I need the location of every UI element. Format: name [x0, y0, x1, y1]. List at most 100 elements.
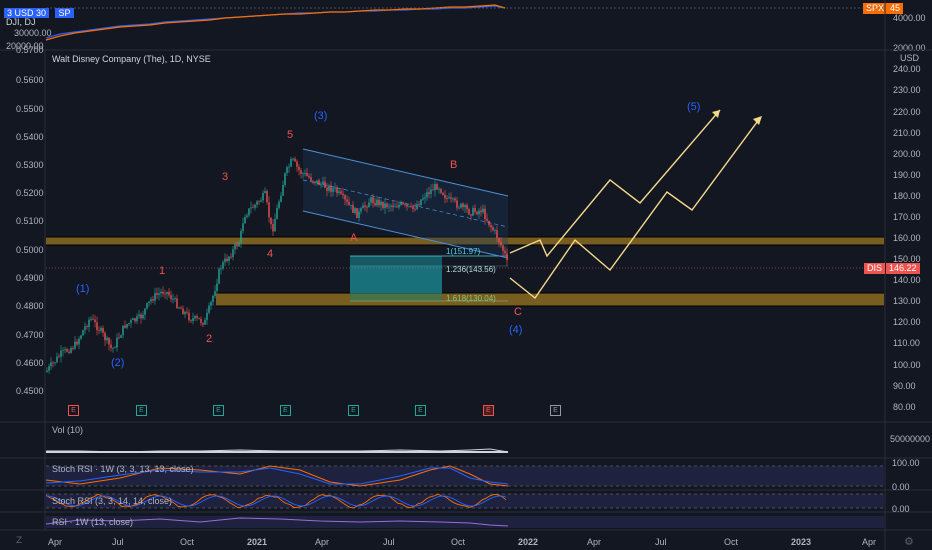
candle-body — [370, 197, 372, 203]
earnings-marker[interactable]: E — [348, 405, 359, 416]
candle-body — [166, 291, 168, 294]
right-scale-tick: 230.00 — [893, 85, 921, 95]
candle-body — [284, 172, 286, 186]
candle-body — [98, 330, 100, 331]
dis-symbol-badge[interactable]: DIS — [864, 263, 886, 274]
timezone-icon[interactable]: Z — [16, 536, 26, 546]
dji-line — [45, 5, 506, 39]
time-label: 2022 — [518, 537, 538, 547]
candle-body — [460, 203, 462, 208]
stoch1-label[interactable]: Stoch RSI · 1W (3, 3, 13, 13, close) — [52, 464, 194, 474]
candle-body — [476, 211, 478, 215]
wave-label-a[interactable]: A — [350, 232, 357, 244]
fib-label-1618[interactable]: 1.618(130.04) — [446, 294, 496, 303]
chart-title[interactable]: Walt Disney Company (The), 1D, NYSE — [52, 54, 211, 64]
time-label: 2021 — [247, 537, 267, 547]
candle-body — [410, 206, 412, 207]
wave-label-1-paren[interactable]: (1) — [76, 283, 89, 295]
right-scale-tick: 200.00 — [893, 149, 921, 159]
candle-body — [262, 193, 264, 201]
candle-body — [396, 206, 398, 208]
candle-body — [324, 181, 326, 188]
candle-body — [478, 210, 480, 215]
candle-body — [326, 187, 328, 191]
candle-body — [102, 327, 104, 333]
earnings-marker[interactable]: E — [550, 405, 561, 416]
candle-body — [230, 256, 232, 258]
candle-body — [290, 158, 292, 167]
wave-label-b[interactable]: B — [450, 159, 457, 171]
time-label: Oct — [724, 537, 739, 547]
candle-body — [248, 208, 250, 216]
candle-body — [344, 195, 346, 200]
candle-body — [426, 192, 428, 198]
candle-body — [278, 201, 280, 208]
candle-body — [450, 197, 452, 199]
candle-body — [346, 199, 348, 202]
settings-icon[interactable]: ⚙ — [904, 535, 916, 548]
candle-body — [118, 337, 120, 339]
right-scale-tick: 240.00 — [893, 64, 921, 74]
wave-label-5-paren[interactable]: (5) — [687, 101, 700, 113]
candle-body — [300, 170, 302, 174]
candle-body — [472, 208, 474, 216]
wave-label-5[interactable]: 5 — [287, 129, 293, 141]
earnings-marker[interactable]: E — [415, 405, 426, 416]
candle-body — [116, 337, 118, 348]
candle-body — [142, 314, 144, 319]
candle-body — [480, 210, 482, 213]
dis-price-badge[interactable]: 146.22 — [886, 263, 920, 274]
wave-label-4-paren[interactable]: (4) — [509, 324, 522, 336]
candle-body — [224, 258, 226, 263]
time-label: Apr — [587, 537, 601, 547]
candle-body — [168, 291, 170, 296]
candle-body — [288, 166, 290, 168]
candle-body — [456, 200, 458, 208]
left-scale-tick: 0.5600 — [16, 75, 44, 85]
fib-label-1[interactable]: 1(151.97) — [446, 247, 480, 256]
candle-body — [420, 199, 422, 206]
candle-body — [222, 262, 224, 269]
candle-body — [280, 195, 282, 202]
stoch2-label[interactable]: Stoch RSI (3, 3, 14, 14, close) — [52, 496, 172, 506]
candle-body — [64, 349, 66, 350]
wave-label-1[interactable]: 1 — [159, 265, 165, 277]
candle-body — [360, 208, 362, 212]
candle-body — [416, 204, 418, 210]
wave-label-3-paren[interactable]: (3) — [314, 110, 327, 122]
stoch2-scale-0: 0.00 — [892, 504, 910, 514]
vol-label[interactable]: Vol (10) — [52, 425, 83, 435]
candle-body — [422, 198, 424, 200]
candle-body — [458, 207, 460, 209]
earnings-marker[interactable]: E — [136, 405, 147, 416]
time-label: Apr — [48, 537, 62, 547]
candle-body — [466, 205, 468, 210]
earnings-marker[interactable]: E — [68, 405, 79, 416]
wave-label-2[interactable]: 2 — [206, 333, 212, 345]
candle-body — [238, 242, 240, 247]
candle-body — [436, 184, 438, 190]
candle-body — [468, 209, 470, 215]
candle-body — [298, 166, 300, 171]
earnings-marker[interactable]: E — [280, 405, 291, 416]
candle-body — [302, 173, 304, 175]
wave-label-2-paren[interactable]: (2) — [111, 357, 124, 369]
fib-label-1236[interactable]: 1.236(143.56) — [446, 265, 496, 274]
candle-body — [332, 188, 334, 192]
wave-label-4[interactable]: 4 — [267, 248, 273, 260]
candle-body — [406, 204, 408, 207]
right-scale-tick: 120.00 — [893, 317, 921, 327]
earnings-marker[interactable]: E — [213, 405, 224, 416]
candle-body — [372, 197, 374, 204]
candle-body — [150, 299, 152, 302]
wave-label-c[interactable]: C — [514, 306, 522, 318]
wave-label-3[interactable]: 3 — [222, 171, 228, 183]
candle-body — [462, 203, 464, 208]
earnings-marker[interactable]: E — [483, 405, 494, 416]
candle-body — [388, 206, 390, 208]
left-scale-tick: 0.4500 — [16, 386, 44, 396]
right-scale-tick: 160.00 — [893, 233, 921, 243]
candle-body — [348, 201, 350, 206]
rsi-label[interactable]: RSI · 1W (13, close) — [52, 517, 133, 527]
right-scale-tick: 110.00 — [893, 338, 920, 348]
